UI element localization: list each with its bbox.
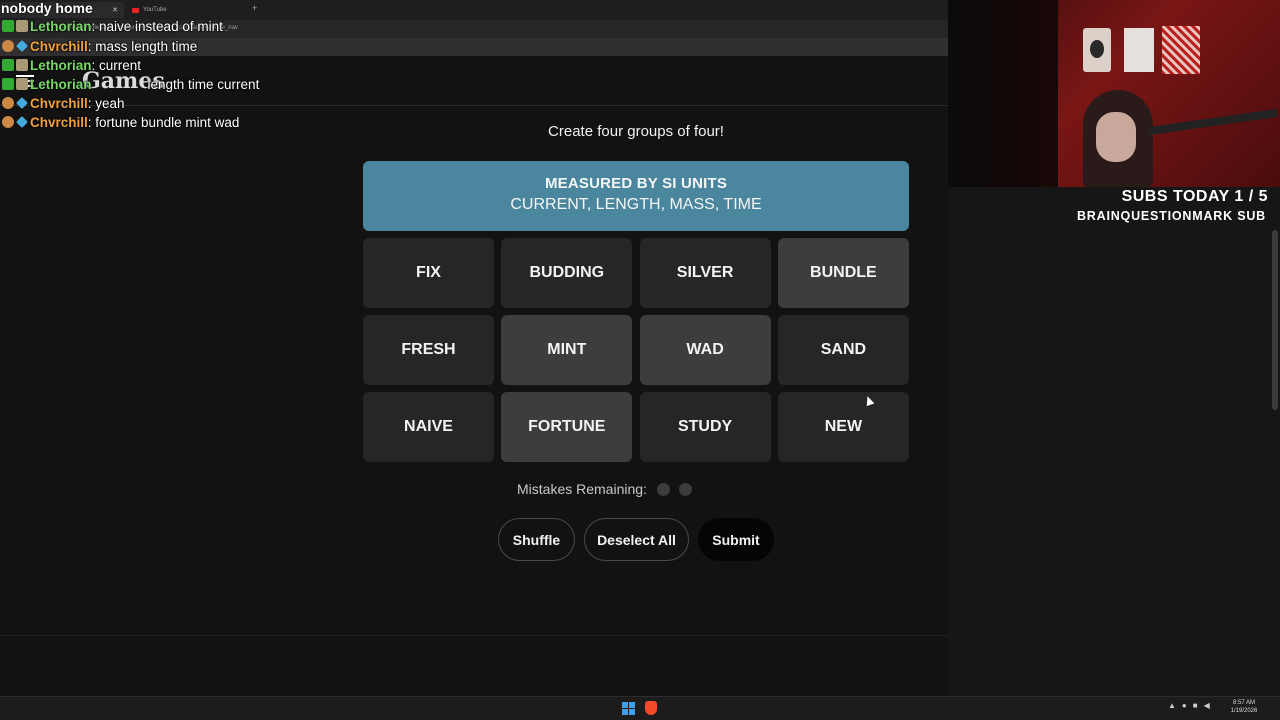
- chat-text: : naive instead of mint: [91, 18, 223, 34]
- badge-icon: [2, 97, 14, 109]
- screen: ✕ YouTube + source=wordle&utm_medium=ref…: [0, 0, 1280, 720]
- word-tile[interactable]: FIX: [363, 238, 494, 308]
- word-tile[interactable]: MINT: [501, 315, 633, 385]
- taskbar-clock[interactable]: 8:57 AM 1/19/2026: [1226, 699, 1262, 715]
- shuffle-button[interactable]: Shuffle: [498, 518, 575, 561]
- microphone-icon[interactable]: ●: [1182, 701, 1187, 710]
- deselect-all-button[interactable]: Deselect All: [584, 518, 689, 561]
- word-grid: FIX BUDDING SILVER BUNDLE FRESH MINT WAD…: [363, 238, 909, 462]
- instructions-text: Create four groups of four!: [548, 123, 724, 140]
- scrollbar[interactable]: [1272, 230, 1278, 410]
- emote-icon: [16, 20, 28, 32]
- badge-icon: [2, 78, 14, 90]
- word-tile[interactable]: STUDY: [639, 392, 771, 462]
- system-tray[interactable]: ▲ ● ■ ◀: [1168, 701, 1210, 710]
- chat-username: Lethorian: [30, 76, 92, 92]
- badge-icon: [2, 40, 14, 52]
- solved-group-members: CURRENT, LENGTH, MASS, TIME: [510, 196, 762, 213]
- tab-youtube[interactable]: YouTube: [126, 2, 246, 18]
- chat-message: Chvrchill : mass length time: [2, 37, 197, 55]
- mistakes-remaining: Mistakes Remaining:: [517, 481, 692, 497]
- chat-message: Lethorian : naive instead of mint: [2, 17, 223, 35]
- footer-divider: [0, 635, 948, 636]
- word-tile[interactable]: SAND: [777, 315, 909, 385]
- sword-icon: [16, 40, 28, 52]
- chat-username: Chvrchill: [30, 38, 88, 54]
- chat-username: Chvrchill: [30, 114, 88, 130]
- taskbar: [0, 696, 1280, 720]
- mistake-dot: [656, 482, 670, 496]
- chat-text: : yeah: [87, 95, 125, 111]
- word-tile[interactable]: BUDDING: [501, 238, 633, 308]
- badge-icon: [2, 20, 14, 32]
- chat-username: Lethorian: [30, 18, 92, 34]
- windows-start-icon[interactable]: [622, 702, 635, 715]
- chat-message: Chvrchill : fortune bundle mint wad: [2, 113, 239, 131]
- word-tile[interactable]: NEW: [777, 392, 909, 462]
- close-icon[interactable]: ✕: [112, 6, 118, 14]
- poster-image: [1083, 28, 1111, 72]
- chevron-up-icon[interactable]: ▲: [1168, 701, 1176, 710]
- poster-image: [1162, 26, 1200, 74]
- mistake-dot: [678, 482, 692, 496]
- microphone-arm: [1148, 108, 1278, 136]
- sword-icon: [16, 116, 28, 128]
- chat-text: : mass length time: [87, 38, 198, 54]
- chat-message: Lethorian length time current: [2, 75, 259, 93]
- chat-text: : current: [91, 57, 142, 73]
- sword-icon: [16, 97, 28, 109]
- webcam-feed: [948, 0, 1280, 187]
- streamer-face: [1096, 112, 1136, 162]
- chat-message: Chvrchill : yeah: [2, 94, 125, 112]
- chat-message: Lethorian : current: [2, 56, 141, 74]
- badge-icon: [2, 59, 14, 71]
- chat-username: Chvrchill: [30, 95, 88, 111]
- clock-time: 8:57 AM: [1232, 700, 1255, 706]
- solved-group: MEASURED BY SI UNITS CURRENT, LENGTH, MA…: [363, 161, 909, 231]
- word-tile[interactable]: WAD: [639, 315, 771, 385]
- word-tile[interactable]: NAIVE: [363, 392, 494, 462]
- chat-title: nobody home: [1, 0, 93, 16]
- chat-text: length time current: [147, 76, 260, 92]
- new-tab-icon[interactable]: +: [252, 3, 257, 13]
- emote-icon: [16, 59, 28, 71]
- emote-icon: [16, 78, 28, 90]
- chat-username: Lethorian: [30, 57, 92, 73]
- word-tile[interactable]: BUNDLE: [777, 238, 909, 308]
- chat-text: : fortune bundle mint wad: [87, 114, 240, 130]
- submit-button[interactable]: Submit: [698, 518, 774, 561]
- youtube-icon: [132, 7, 139, 13]
- subs-today-counter: SUBS TODAY 1 / 5: [1121, 188, 1268, 205]
- word-tile[interactable]: FRESH: [363, 315, 494, 385]
- tab-label: YouTube: [143, 7, 167, 13]
- solved-group-title: MEASURED BY SI UNITS: [544, 175, 728, 192]
- mistakes-label: Mistakes Remaining:: [517, 481, 647, 497]
- word-tile[interactable]: FORTUNE: [501, 392, 633, 462]
- latest-sub: BRAINQUESTIONMARK SUB: [1076, 209, 1266, 223]
- word-tile[interactable]: SILVER: [639, 238, 771, 308]
- poster-image: [1124, 28, 1154, 72]
- clock-date: 1/19/2026: [1230, 708, 1258, 714]
- network-icon[interactable]: ■: [1193, 701, 1198, 710]
- badge-icon: [2, 116, 14, 128]
- brave-browser-icon[interactable]: [645, 701, 657, 715]
- volume-icon[interactable]: ◀: [1204, 701, 1210, 710]
